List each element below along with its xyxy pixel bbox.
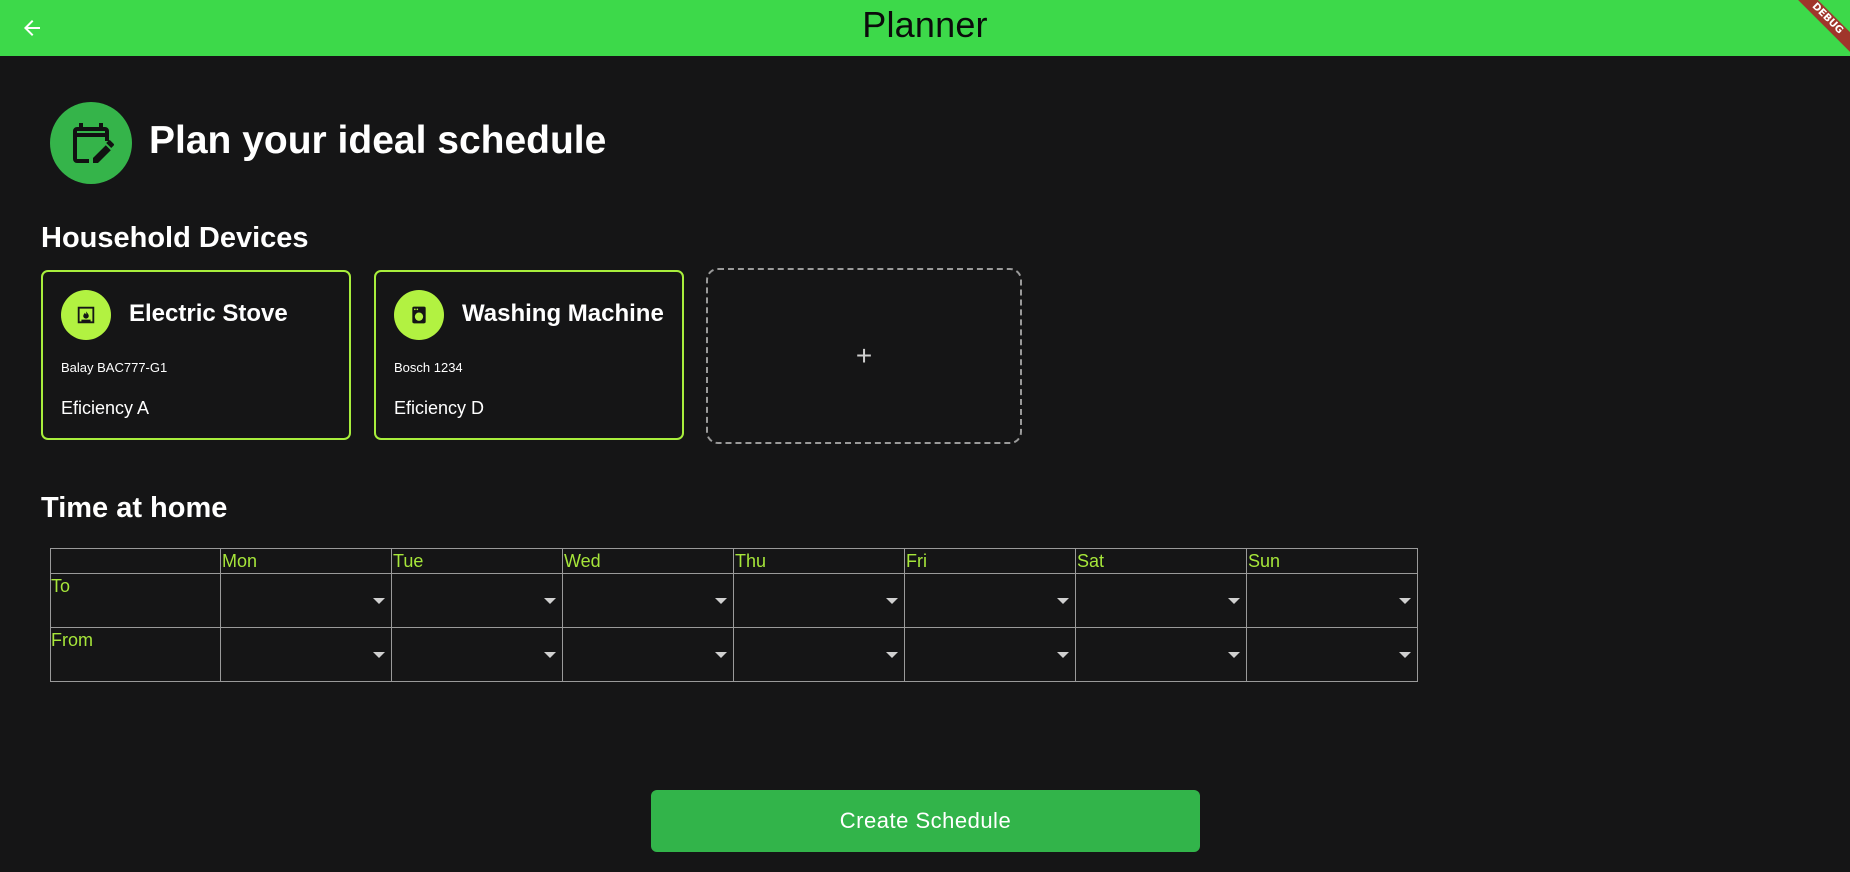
dropdown-arrow-icon — [544, 598, 556, 604]
to-dropdown-sat[interactable] — [1075, 573, 1247, 628]
page-title: Plan your ideal schedule — [149, 119, 607, 162]
debug-banner: DEBUG — [1780, 0, 1850, 70]
row-label-to: To — [50, 573, 221, 628]
dropdown-arrow-icon — [886, 598, 898, 604]
from-dropdown-wed[interactable] — [562, 627, 734, 682]
to-dropdown-fri[interactable] — [904, 573, 1076, 628]
plus-icon: + — [855, 340, 873, 371]
day-header-mon: Mon — [220, 548, 392, 574]
to-dropdown-sun[interactable] — [1246, 573, 1418, 628]
washing-machine-icon — [412, 306, 426, 324]
dropdown-arrow-icon — [1057, 598, 1069, 604]
dropdown-arrow-icon — [715, 598, 727, 604]
app-title: Planner — [862, 4, 988, 45]
dropdown-arrow-icon — [1228, 652, 1240, 658]
devices-section-title: Household Devices — [41, 222, 309, 254]
day-header-sat: Sat — [1075, 548, 1247, 574]
to-dropdown-thu[interactable] — [733, 573, 905, 628]
day-header-wed: Wed — [562, 548, 734, 574]
add-device-button[interactable]: + — [706, 268, 1022, 444]
day-header-row: Mon Tue Wed Thu Fri Sat Sun — [50, 548, 1418, 574]
device-card-washing-machine[interactable]: Washing Machine Bosch 1234 Eficiency D — [374, 270, 684, 440]
day-header-fri: Fri — [904, 548, 1076, 574]
to-dropdown-tue[interactable] — [391, 573, 563, 628]
to-row: To — [50, 573, 1418, 628]
device-avatar — [394, 290, 444, 340]
from-row: From — [50, 627, 1418, 682]
create-schedule-button[interactable]: Create Schedule — [651, 790, 1200, 852]
table-corner-cell — [50, 548, 221, 574]
to-dropdown-mon[interactable] — [220, 573, 392, 628]
dropdown-arrow-icon — [1228, 598, 1240, 604]
dropdown-arrow-icon — [886, 652, 898, 658]
app-bar: Planner — [0, 0, 1850, 56]
dropdown-arrow-icon — [373, 652, 385, 658]
dropdown-arrow-icon — [1057, 652, 1069, 658]
from-dropdown-fri[interactable] — [904, 627, 1076, 682]
device-avatar — [61, 290, 111, 340]
dropdown-arrow-icon — [1399, 652, 1411, 658]
device-model: Balay BAC777-G1 — [61, 360, 168, 375]
dropdown-arrow-icon — [373, 598, 385, 604]
device-efficiency: Eficiency A — [61, 398, 150, 418]
from-dropdown-thu[interactable] — [733, 627, 905, 682]
device-model: Bosch 1234 — [394, 360, 463, 375]
debug-label: DEBUG — [1790, 0, 1850, 56]
device-name: Washing Machine — [462, 300, 664, 327]
device-card-electric-stove[interactable]: Electric Stove Balay BAC777-G1 Eficiency… — [41, 270, 351, 440]
day-header-thu: Thu — [733, 548, 905, 574]
dropdown-arrow-icon — [715, 652, 727, 658]
from-dropdown-sun[interactable] — [1246, 627, 1418, 682]
day-header-tue: Tue — [391, 548, 563, 574]
dropdown-arrow-icon — [544, 652, 556, 658]
fireplace-icon — [77, 306, 95, 324]
from-dropdown-tue[interactable] — [391, 627, 563, 682]
day-header-sun: Sun — [1246, 548, 1418, 574]
row-label-from: From — [50, 627, 221, 682]
from-dropdown-sat[interactable] — [1075, 627, 1247, 682]
time-section-title: Time at home — [41, 492, 228, 524]
hero-avatar — [50, 102, 132, 184]
device-efficiency: Eficiency D — [394, 398, 485, 418]
from-dropdown-mon[interactable] — [220, 627, 392, 682]
dropdown-arrow-icon — [1399, 598, 1411, 604]
to-dropdown-wed[interactable] — [562, 573, 734, 628]
calendar-edit-icon — [73, 123, 114, 163]
device-name: Electric Stove — [129, 300, 288, 327]
time-at-home-table: Mon Tue Wed Thu Fri Sat Sun To From — [50, 548, 1418, 682]
